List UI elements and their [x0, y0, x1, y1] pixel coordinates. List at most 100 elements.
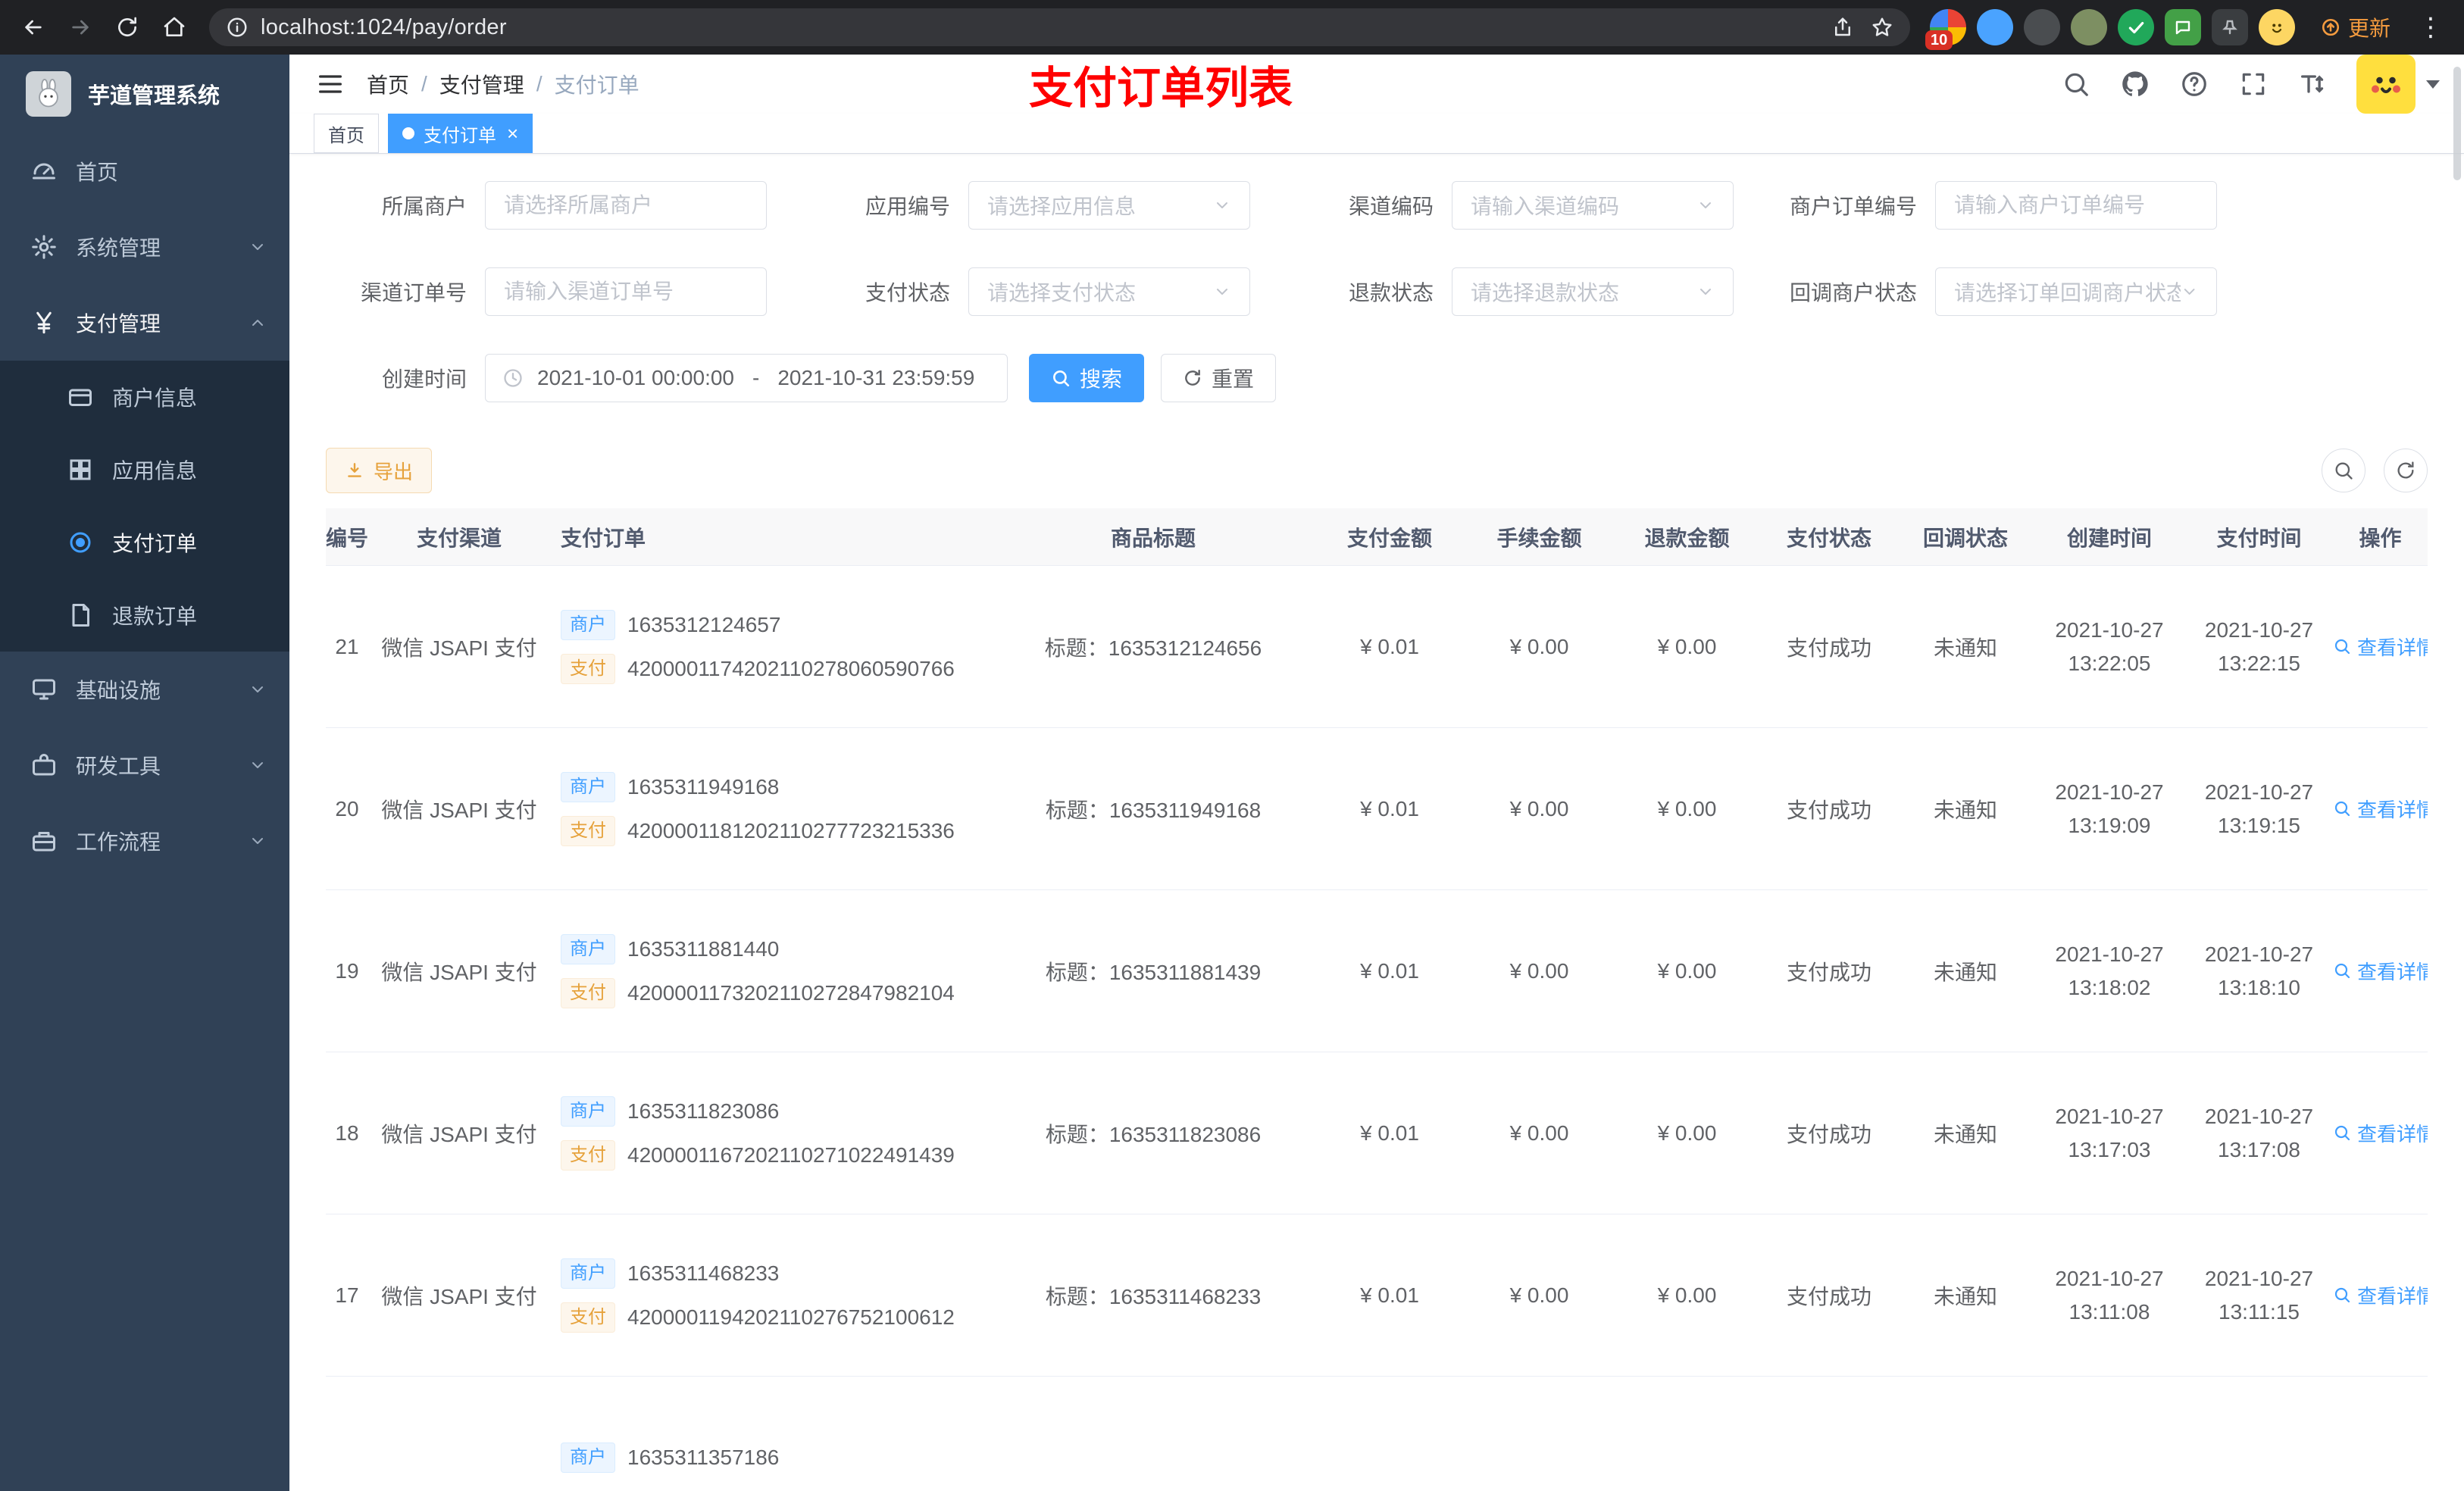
github-icon[interactable] — [2120, 69, 2150, 99]
extension-blue-icon[interactable] — [1976, 9, 2013, 45]
merchant-order-no: 1635311881440 — [627, 936, 780, 961]
channel-order-no: 4200001194202110276752100612 — [627, 1305, 955, 1329]
notify-status-select[interactable]: 请选择订单回调商户状态 — [1935, 267, 2217, 316]
active-tab-dot — [402, 127, 414, 139]
notify-status: 未通知 — [1933, 636, 1997, 660]
browser-update-button[interactable]: 更新 — [2307, 6, 2404, 48]
view-detail-label: 查看详情 — [2357, 636, 2428, 659]
date-start: 2021-10-01 00:00:00 — [537, 366, 734, 389]
extension-chat-icon[interactable] — [2164, 9, 2201, 45]
channel-code-select[interactable]: 请输入渠道编码 — [1452, 181, 1734, 230]
extension-olive-icon[interactable] — [2070, 9, 2107, 45]
sidebar-item-dev-tools[interactable]: 研发工具 — [0, 727, 289, 803]
extension-check-icon[interactable] — [2117, 9, 2154, 45]
refresh-table-button[interactable] — [2384, 449, 2428, 492]
merchant-input[interactable] — [485, 181, 767, 230]
filter-row-3: 创建时间 2021-10-01 00:00:00 - 2021-10-31 23… — [326, 354, 2428, 402]
create-date: 2021-10-27 — [2055, 1267, 2164, 1291]
bookmark-star-icon[interactable] — [1871, 16, 1893, 39]
date-end: 2021-10-31 23:59:59 — [777, 366, 975, 389]
product-title: 标题：1635311881439 — [1045, 960, 1262, 984]
breadcrumb-payment[interactable]: 支付管理 — [439, 69, 524, 99]
reset-button[interactable]: 重置 — [1161, 354, 1277, 402]
sidebar-item-app-info[interactable]: 应用信息 — [0, 433, 289, 506]
view-detail-label: 查看详情 — [2357, 960, 2428, 983]
export-button[interactable]: 导出 — [326, 448, 433, 493]
breadcrumb-home[interactable]: 首页 — [367, 69, 409, 99]
table-row: 19 微信 JSAPI 支付 商户 1635311881440 支付 42000… — [326, 890, 2428, 1052]
target-icon — [70, 532, 91, 553]
address-bar[interactable]: localhost:1024/pay/order — [209, 8, 1910, 46]
channel-order-no: 4200001174202110278060590766 — [627, 656, 955, 680]
pay-tag: 支付 — [561, 1139, 615, 1171]
create-time: 13:22:05 — [2068, 651, 2151, 675]
pay-tag: 支付 — [561, 977, 615, 1008]
orders-table: 编号 支付渠道 支付订单 商品标题 支付金额 手续金额 退款金额 支付状态 回调… — [326, 508, 2428, 1491]
sidebar-item-home[interactable]: 首页 — [0, 133, 289, 209]
view-detail-label: 查看详情 — [2357, 1284, 2428, 1308]
dashboard-icon — [33, 163, 55, 180]
merchant-order-no-input[interactable] — [1935, 181, 2217, 230]
sidebar-item-payment[interactable]: 支付管理 — [0, 285, 289, 361]
user-menu[interactable] — [2356, 55, 2440, 114]
tab-home[interactable]: 首页 — [314, 114, 379, 153]
channel-order-no-input[interactable] — [485, 267, 767, 316]
product-title: 标题：1635311468233 — [1045, 1284, 1262, 1308]
view-detail-link[interactable]: 查看详情 — [2333, 795, 2428, 823]
channel-order-no: 4200001167202110271022491439 — [627, 1142, 955, 1167]
merchant-order-no: 1635312124657 — [627, 612, 781, 636]
pay-status: 支付成功 — [1786, 636, 1871, 660]
app-logo[interactable]: 芋道管理系统 — [0, 55, 289, 133]
browser-back-button[interactable] — [14, 8, 53, 47]
view-detail-link[interactable]: 查看详情 — [2333, 1281, 2428, 1309]
sidebar-item-infra[interactable]: 基础设施 — [0, 652, 289, 727]
extension-colorful-icon[interactable]: 10 — [1925, 9, 1966, 50]
right-toolbar — [2322, 449, 2428, 492]
sidebar-item-merchant-info[interactable]: 商户信息 — [0, 361, 289, 433]
browser-menu-icon[interactable]: ⋮ — [2412, 12, 2450, 42]
pay-status: 支付成功 — [1786, 798, 1871, 822]
view-detail-link[interactable]: 查看详情 — [2333, 957, 2428, 985]
pay-status-select[interactable]: 请选择支付状态 — [968, 267, 1250, 316]
view-detail-link[interactable]: 查看详情 — [2333, 633, 2428, 661]
sidebar-item-system[interactable]: 系统管理 — [0, 209, 289, 285]
refund-status-select[interactable]: 请选择退款状态 — [1452, 267, 1734, 316]
browser-forward-button[interactable] — [61, 8, 100, 47]
date-range-picker[interactable]: 2021-10-01 00:00:00 - 2021-10-31 23:59:5… — [485, 354, 1008, 402]
toggle-search-button[interactable] — [2322, 449, 2366, 492]
font-size-icon[interactable] — [2297, 69, 2328, 99]
extension-emoji-icon[interactable] — [2258, 9, 2295, 45]
tab-pay-order[interactable]: 支付订单 × — [388, 114, 533, 153]
channel-order-no: 4200001181202110277723215336 — [627, 818, 955, 842]
site-info-icon[interactable] — [226, 16, 249, 39]
tab-close-icon[interactable]: × — [507, 123, 518, 143]
pay-channel: 微信 JSAPI 支付 — [381, 1284, 537, 1308]
help-icon[interactable] — [2179, 69, 2209, 99]
search-button[interactable]: 搜索 — [1029, 354, 1145, 402]
page-annotation: 支付订单列表 — [1028, 64, 1293, 113]
share-icon[interactable] — [1831, 16, 1854, 39]
browser-home-button[interactable] — [155, 8, 194, 47]
extension-pin-icon[interactable] — [2211, 9, 2248, 45]
pay-tag: 支付 — [561, 815, 615, 846]
create-date: 2021-10-27 — [2055, 618, 2164, 642]
search-icon[interactable] — [2061, 69, 2091, 99]
sidebar-item-pay-order[interactable]: 支付订单 — [0, 506, 289, 579]
sidebar-toggle-icon[interactable] — [314, 67, 347, 101]
filter-pay-status: 支付状态 请选择支付状态 — [809, 267, 1250, 316]
pay-date: 2021-10-27 — [2204, 1105, 2314, 1129]
sidebar-item-workflow[interactable]: 工作流程 — [0, 803, 289, 879]
merchant-tag: 商户 — [561, 771, 615, 802]
create-time: 13:18:02 — [2068, 975, 2151, 999]
sidebar-item-refund-order[interactable]: 退款订单 — [0, 579, 289, 652]
view-detail-link[interactable]: 查看详情 — [2333, 1119, 2428, 1147]
pay-status: 支付成功 — [1786, 960, 1871, 984]
pay-time: 13:19:15 — [2218, 813, 2300, 837]
extension-dark-icon[interactable] — [2023, 9, 2060, 45]
filter-channel-order-no: 渠道订单号 — [326, 267, 767, 316]
app-select[interactable]: 请选择应用信息 — [968, 181, 1250, 230]
page-scrollbar[interactable] — [2453, 67, 2461, 180]
browser-reload-button[interactable] — [108, 8, 147, 47]
chevron-down-icon — [252, 838, 263, 844]
fullscreen-icon[interactable] — [2238, 69, 2269, 99]
